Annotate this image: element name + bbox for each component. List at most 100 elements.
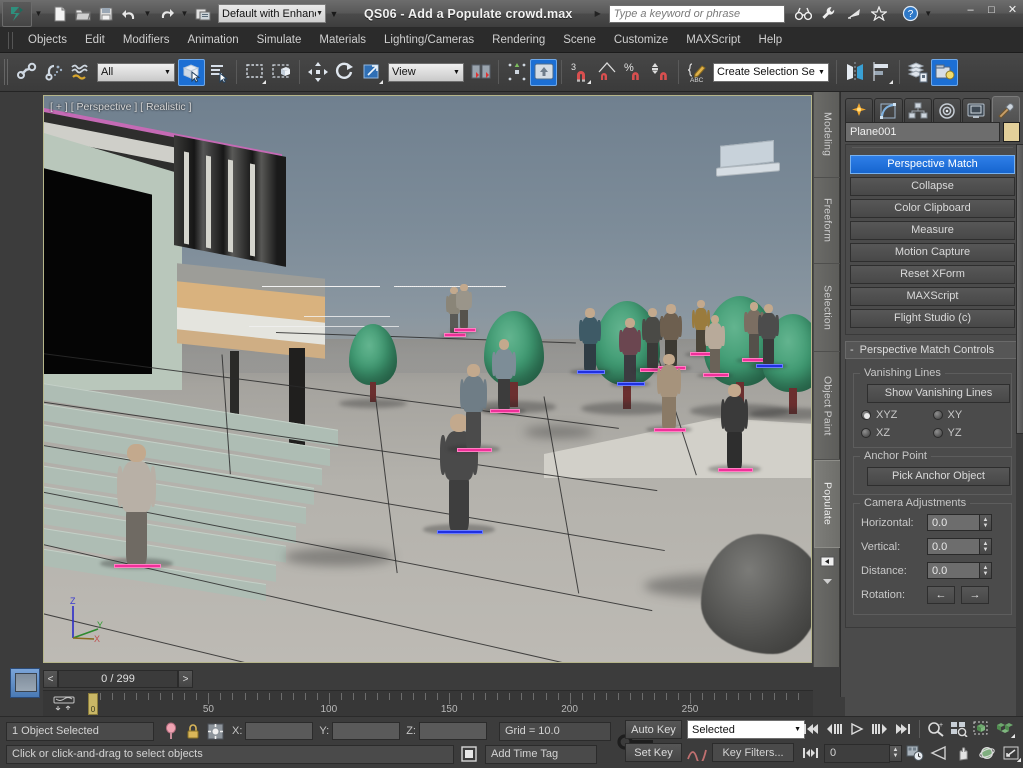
time-configuration-button[interactable] [904, 743, 926, 763]
populate-flow-gizmo[interactable] [703, 373, 729, 377]
command-panel-scrollbar[interactable] [1016, 144, 1023, 744]
adaptive-degradation-icon[interactable] [458, 744, 480, 764]
select-object-icon[interactable] [178, 58, 205, 86]
utility-motion-capture-button[interactable]: Motion Capture [850, 243, 1015, 262]
ribbon-tab-populate[interactable]: Populate [814, 460, 841, 548]
isolate-selection-icon[interactable] [160, 721, 182, 741]
undo-icon[interactable] [118, 3, 140, 25]
use-pivot-point-center-icon[interactable] [467, 59, 494, 86]
cp-tab-hierarchy[interactable] [903, 98, 932, 122]
menu-item-help[interactable]: Help [750, 31, 792, 49]
named-selection-sets-combo[interactable]: Create Selection Se ▼ [713, 62, 829, 82]
time-slider-next-button[interactable]: > [178, 670, 193, 688]
unlink-selection-icon[interactable] [40, 59, 67, 86]
redo-chevron-icon[interactable]: ▼ [178, 9, 191, 18]
populate-flow-gizmo[interactable] [490, 409, 520, 413]
star-icon[interactable] [868, 3, 890, 25]
populate-flow-gizmo[interactable] [437, 530, 483, 534]
horizontal-value[interactable]: 0.0 [927, 514, 980, 531]
open-file-icon[interactable] [72, 3, 94, 25]
zoom-extents-all-button[interactable] [994, 719, 1016, 739]
menu-item-simulate[interactable]: Simulate [248, 31, 311, 49]
next-frame-button[interactable] [869, 719, 891, 739]
distance-value[interactable]: 0.0 [927, 562, 980, 579]
edit-named-selection-sets-icon[interactable]: ABC [683, 59, 710, 86]
time-slider-prev-button[interactable]: < [43, 670, 58, 688]
pick-anchor-object-button[interactable]: Pick Anchor Object [867, 467, 1010, 486]
populate-flow-gizmo[interactable] [454, 328, 476, 332]
distance-spinner[interactable]: ▲ ▼ [980, 562, 992, 579]
scrollbar-thumb[interactable] [1016, 144, 1023, 434]
reference-coordinate-system-combo[interactable]: View ▼ [388, 62, 464, 82]
ribbon-tab-freeform[interactable]: Freeform [814, 178, 841, 264]
select-and-link-icon[interactable] [13, 59, 40, 86]
orbit-button[interactable] [976, 743, 1021, 763]
populate-flow-gizmo[interactable] [577, 370, 605, 374]
percent-snap-toggle-icon[interactable]: % [620, 59, 647, 86]
rectangular-selection-region-icon[interactable] [241, 59, 268, 86]
open-mini-curve-editor-icon[interactable] [49, 694, 79, 714]
selection-filter-combo[interactable]: All ▼ [97, 62, 175, 82]
utility-measure-button[interactable]: Measure [850, 221, 1015, 240]
select-and-move-icon[interactable] [304, 59, 331, 86]
window-crossing-icon[interactable] [268, 59, 295, 86]
populate-flow-gizmo[interactable] [457, 448, 492, 452]
select-and-place-icon[interactable] [530, 58, 557, 86]
show-vanishing-lines-button[interactable]: Show Vanishing Lines [867, 384, 1010, 403]
workspace-dropdown-icon[interactable]: ▼ [326, 9, 342, 19]
close-button[interactable]: ✕ [1006, 4, 1019, 17]
lock-selection-icon[interactable] [182, 721, 204, 741]
menu-item-scene[interactable]: Scene [554, 31, 605, 49]
application-menu-chevron-icon[interactable]: ▼ [32, 9, 45, 18]
object-name-field[interactable]: Plane001 [845, 122, 1000, 142]
default-in-out-tangents-icon[interactable] [686, 743, 708, 763]
align-icon[interactable] [868, 59, 895, 86]
rotate-right-button[interactable]: → [961, 586, 989, 604]
current-frame-spinner[interactable]: ▲ ▼ [890, 744, 902, 762]
menu-item-edit[interactable]: Edit [76, 31, 114, 49]
key-filters-button[interactable]: Key Filters... [712, 743, 794, 762]
populate-flow-gizmo[interactable] [444, 333, 466, 337]
redo-icon[interactable] [155, 3, 177, 25]
zoom-all-button[interactable] [948, 719, 970, 739]
utility-color-clipboard-button[interactable]: Color Clipboard [850, 199, 1015, 218]
minimize-button[interactable]: – [964, 4, 977, 17]
vertical-value[interactable]: 0.0 [927, 538, 980, 555]
time-slider-current-frame[interactable]: 0 / 299 [58, 670, 178, 688]
current-frame-field[interactable]: 0 [824, 743, 890, 763]
maximize-button[interactable]: □ [985, 4, 998, 17]
zoom-button[interactable]: + [925, 719, 947, 739]
populate-flow-gizmo[interactable] [718, 468, 753, 472]
menu-item-rendering[interactable]: Rendering [483, 31, 554, 49]
utility-flight-studio-button[interactable]: Flight Studio (c) [850, 309, 1015, 328]
select-by-name-icon[interactable] [205, 59, 232, 86]
layer-explorer-icon[interactable] [904, 59, 931, 86]
key-mode-filter-combo[interactable]: Selected ▼ [687, 720, 805, 739]
ribbon-tab-selection[interactable]: Selection [814, 264, 841, 352]
auto-key-button[interactable]: Auto Key [625, 720, 682, 739]
current-frame-indicator[interactable]: 0 [88, 693, 98, 715]
search-expand-icon[interactable]: ▶ [595, 9, 601, 18]
play-animation-button[interactable] [846, 719, 868, 739]
material-editor-icon[interactable] [931, 58, 958, 86]
radio-xy[interactable]: XY [932, 409, 1005, 421]
populate-flow-gizmo[interactable] [654, 428, 686, 432]
cp-tab-create[interactable] [845, 98, 874, 122]
undo-chevron-icon[interactable]: ▼ [141, 9, 154, 18]
viewport-label[interactable]: [ + ] [ Perspective ] [ Realistic ] [50, 101, 192, 113]
go-to-start-button[interactable] [800, 719, 822, 739]
help-chevron-icon[interactable]: ▼ [922, 9, 935, 18]
horizontal-spinner[interactable]: ▲ ▼ [980, 514, 992, 531]
snaps-toggle-icon[interactable]: 3 [566, 59, 593, 86]
menu-item-animation[interactable]: Animation [178, 31, 247, 49]
search-input[interactable]: Type a keyword or phrase [608, 4, 785, 23]
ribbon-tab-modeling[interactable]: Modeling [814, 92, 841, 178]
perspective-viewport[interactable]: [ + ] [ Perspective ] [ Realistic ] Z Y … [43, 95, 812, 663]
populate-flow-gizmo[interactable] [756, 364, 783, 368]
add-time-tag-button[interactable]: Add Time Tag [485, 744, 597, 764]
field-of-view-button[interactable] [928, 743, 1021, 763]
coord-z-field[interactable] [418, 722, 487, 740]
rotate-left-button[interactable]: ← [927, 586, 955, 604]
set-key-button[interactable]: Set Key [625, 743, 682, 762]
cp-tab-motion[interactable] [932, 98, 962, 122]
